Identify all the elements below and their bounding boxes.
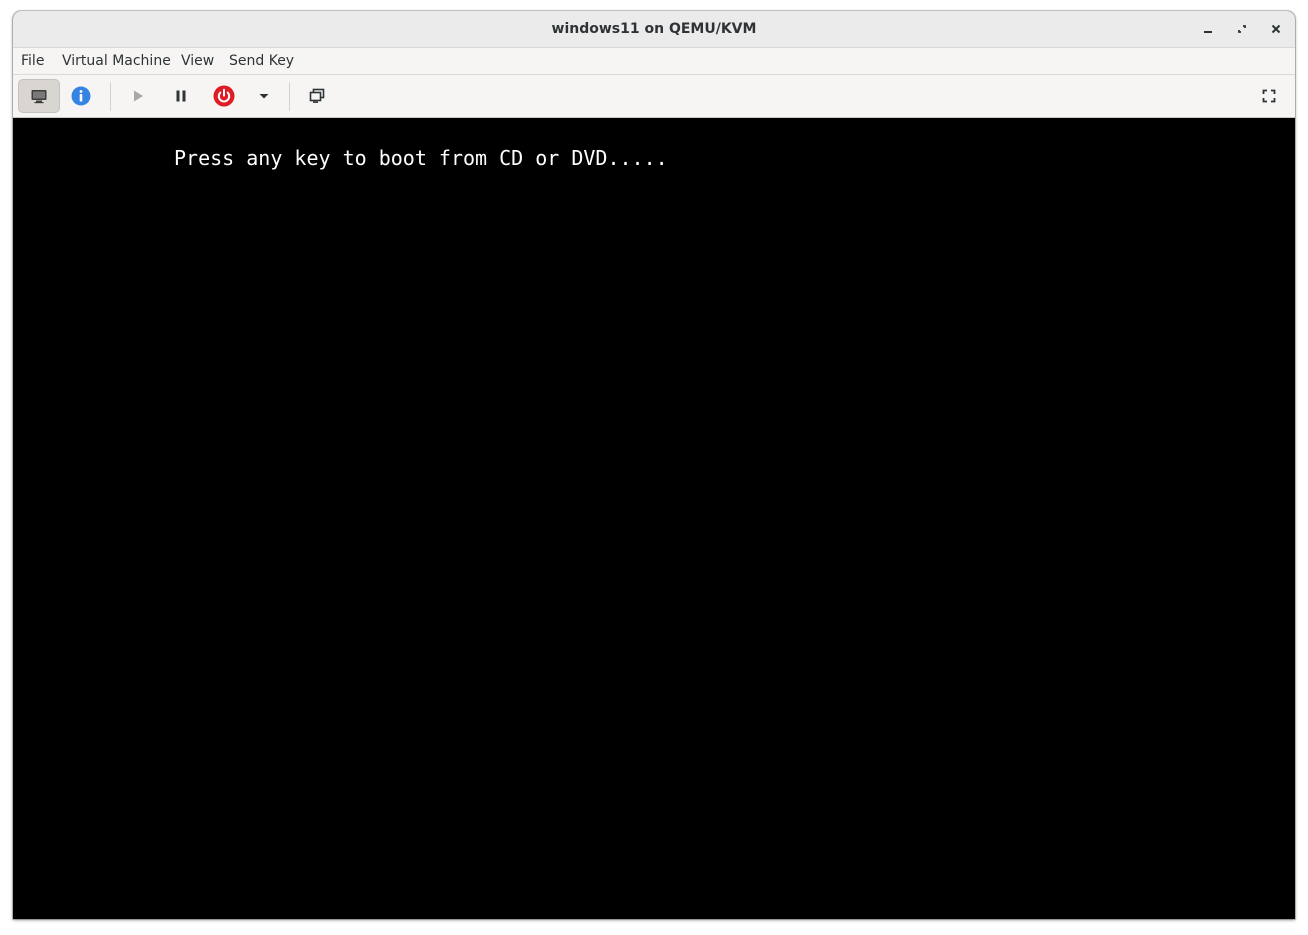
chevron-down-icon (259, 94, 269, 99)
toolbar-separator (110, 82, 111, 111)
menu-file[interactable]: File (21, 48, 44, 75)
menu-view[interactable]: View (181, 48, 214, 75)
shutdown-menu-button[interactable] (249, 79, 279, 113)
fullscreen-icon (1262, 89, 1276, 103)
show-details-button[interactable] (60, 79, 102, 113)
minimize-icon (1204, 31, 1212, 33)
console-boot-message: Press any key to boot from CD or DVD....… (174, 146, 668, 170)
vm-viewer-window: windows11 on QEMU/KVM File Virtual Machi… (13, 11, 1295, 919)
menu-bar: File Virtual Machine View Send Key (13, 48, 1295, 75)
power-icon (213, 85, 235, 107)
toolbar-separator (289, 82, 290, 111)
menu-virtual-machine[interactable]: Virtual Machine (62, 48, 171, 75)
menu-send-key[interactable]: Send Key (229, 48, 294, 75)
maximize-button[interactable] (1230, 17, 1254, 41)
play-icon (134, 90, 143, 102)
shutdown-button[interactable] (203, 79, 245, 113)
window-title: windows11 on QEMU/KVM (551, 21, 757, 37)
info-icon (71, 86, 91, 106)
snapshots-icon (309, 88, 325, 103)
minimize-button[interactable] (1196, 17, 1220, 41)
monitor-icon (31, 90, 47, 104)
close-icon (1271, 24, 1281, 34)
toolbar (13, 75, 1295, 118)
close-button[interactable] (1264, 17, 1288, 41)
snapshots-button[interactable] (296, 79, 338, 113)
pause-icon (176, 90, 186, 102)
pause-button[interactable] (160, 79, 202, 113)
vm-console-display[interactable]: Press any key to boot from CD or DVD....… (13, 118, 1295, 919)
run-button[interactable] (117, 79, 159, 113)
maximize-icon (1238, 25, 1246, 33)
title-bar[interactable]: windows11 on QEMU/KVM (13, 11, 1295, 48)
show-console-button[interactable] (18, 79, 60, 113)
fullscreen-button[interactable] (1248, 79, 1290, 113)
